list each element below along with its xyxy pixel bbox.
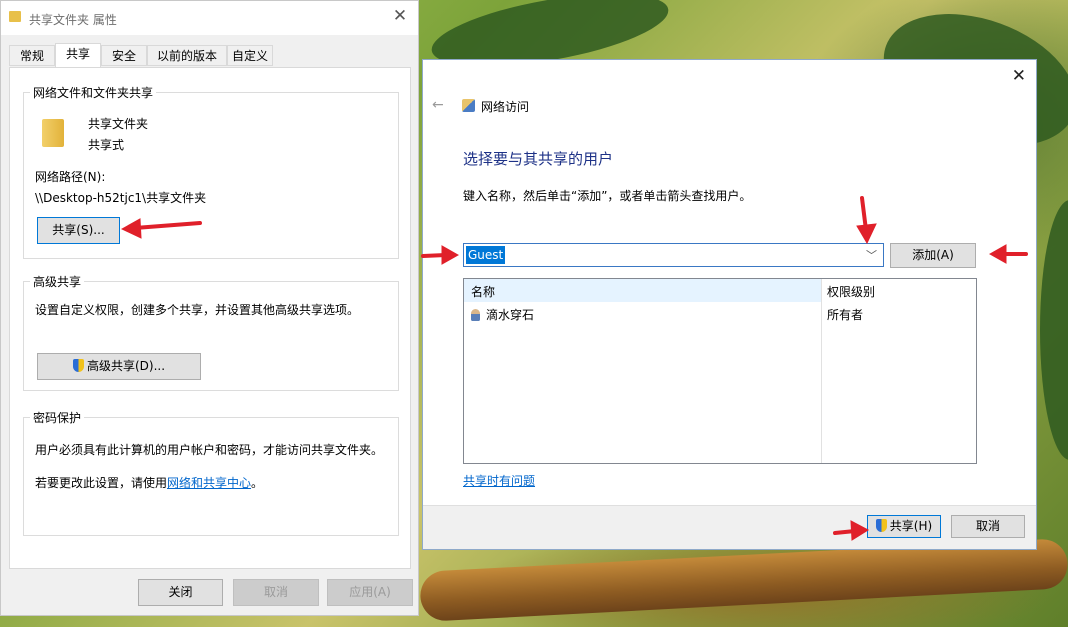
arrow-to-share-confirm [833,520,870,541]
arrow-to-share-button [120,218,202,239]
arrow-to-add-button [988,244,1028,264]
arrow-to-input-left [421,245,460,265]
arrow-to-dropdown [856,196,877,245]
tab-sharing[interactable]: 共享 [55,43,101,67]
annotation-arrows [120,196,1028,541]
